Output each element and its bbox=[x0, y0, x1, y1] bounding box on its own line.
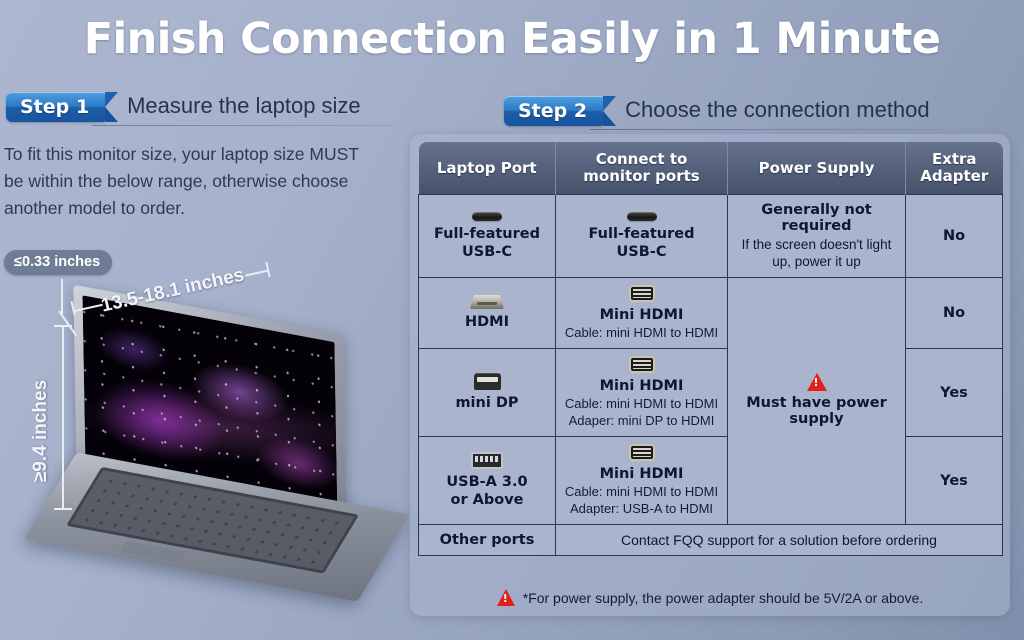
connect-label-line-1: Mini HDMI bbox=[599, 378, 684, 394]
table-row-other-ports: Other ports Contact FQQ support for a so… bbox=[418, 524, 1003, 556]
usb-c-icon bbox=[424, 211, 550, 221]
power-title: Generally not required bbox=[761, 202, 872, 234]
height-line bbox=[62, 325, 64, 510]
port-label-line-1: HDMI bbox=[465, 314, 509, 330]
cell-connect-port: Mini HDMI Cable: mini HDMI to HDMI Adape… bbox=[555, 348, 728, 437]
table-row: Full-featured USB-C Full-featured USB-C … bbox=[418, 194, 1003, 278]
cell-connect-port: Mini HDMI Cable: mini HDMI to HDMI bbox=[555, 277, 728, 349]
header-power-supply: Power Supply bbox=[727, 142, 906, 195]
cell-extra-adapter: No bbox=[905, 194, 1003, 278]
mini-hdmi-icon bbox=[561, 285, 722, 302]
cell-laptop-port: HDMI bbox=[418, 277, 556, 349]
power-merged-line-2: supply bbox=[789, 411, 844, 427]
thickness-leader-line bbox=[61, 279, 63, 315]
port-label-line-2: or Above bbox=[450, 492, 524, 508]
table-header-row: Laptop Port Connect to monitor ports Pow… bbox=[418, 142, 1003, 195]
step-1-intro-text: To fit this monitor size, your laptop si… bbox=[4, 144, 359, 218]
laptop-illustration: ≤0.33 inches 13.5-18.1 inches ≥9.4 inche… bbox=[0, 245, 410, 602]
port-label-line-2: USB-C bbox=[462, 243, 512, 260]
header-extra-line-2: Adapter bbox=[920, 167, 989, 185]
cell-laptop-port: USB-A 3.0 or Above bbox=[418, 436, 556, 525]
cell-other-ports-note: Contact FQQ support for a solution befor… bbox=[555, 524, 1003, 556]
connect-label-line-1: Full-featured bbox=[588, 225, 695, 242]
port-label-line-1: Full-featured bbox=[433, 225, 540, 242]
connection-table: Laptop Port Connect to monitor ports Pow… bbox=[418, 142, 1003, 556]
height-cap-bottom bbox=[54, 508, 72, 510]
warning-triangle-icon bbox=[733, 373, 900, 391]
mini-dp-icon bbox=[424, 373, 550, 390]
step-2-heading-text: Choose the connection method bbox=[625, 96, 930, 122]
width-cap-right bbox=[265, 261, 271, 278]
header-extra-line-1: Extra bbox=[931, 150, 977, 168]
port-label-line-1: USB-A 3.0 bbox=[446, 474, 528, 490]
cell-other-ports-label: Other ports bbox=[418, 524, 556, 556]
connect-note-1: Cable: mini HDMI to HDMI bbox=[564, 396, 719, 411]
power-merged-line-1: Must have power bbox=[746, 395, 887, 411]
power-subtext: If the screen doesn't light up, power it… bbox=[741, 237, 892, 269]
height-cap-top bbox=[54, 325, 72, 327]
table-footnote: *For power supply, the power adapter sho… bbox=[418, 589, 1002, 606]
cell-extra-adapter: Yes bbox=[905, 436, 1003, 525]
height-label: ≥9.4 inches bbox=[30, 379, 52, 483]
table-row: mini DP Mini HDMI Cable: mini HDMI to HD… bbox=[418, 348, 1003, 437]
step-2-heading: Step 2 Choose the connection method bbox=[504, 96, 940, 130]
connect-label-line-1: Mini HDMI bbox=[599, 466, 684, 482]
step-1-underline bbox=[92, 125, 392, 126]
header-connect-line-2: monitor ports bbox=[583, 167, 700, 185]
connect-label-line-1: Mini HDMI bbox=[599, 307, 684, 323]
mini-hdmi-icon bbox=[561, 444, 722, 461]
step-2-underline bbox=[590, 129, 940, 130]
cell-extra-adapter: Yes bbox=[905, 348, 1003, 437]
connect-note-2: Adapter: USB-A to HDMI bbox=[569, 501, 714, 516]
warning-triangle-icon bbox=[496, 589, 515, 606]
header-connect-to-monitor-ports: Connect to monitor ports bbox=[555, 142, 728, 195]
cell-connect-port: Mini HDMI Cable: mini HDMI to HDMI Adapt… bbox=[555, 436, 728, 525]
header-connect-line-1: Connect to bbox=[595, 150, 688, 168]
step-2-badge: Step 2 bbox=[504, 96, 617, 126]
header-laptop-port: Laptop Port bbox=[418, 142, 556, 195]
usb-c-icon bbox=[561, 211, 722, 221]
step-1-heading-text: Measure the laptop size bbox=[127, 92, 361, 118]
cell-power-supply: Generally not required If the screen doe… bbox=[727, 194, 906, 278]
port-label-line-1: mini DP bbox=[455, 395, 519, 411]
usb-a-icon bbox=[424, 452, 550, 469]
hdmi-icon bbox=[424, 295, 550, 309]
step-1-heading: Step 1 Measure the laptop size bbox=[6, 92, 392, 126]
page-title: Finish Connection Easily in 1 Minute bbox=[83, 14, 941, 64]
connect-note-2: Adaper: mini DP to HDMI bbox=[568, 413, 715, 428]
connection-table-panel: Laptop Port Connect to monitor ports Pow… bbox=[410, 134, 1010, 616]
thickness-label: ≤0.33 inches bbox=[4, 250, 113, 275]
table-row: HDMI Mini HDMI Cable: mini HDMI to HDMI … bbox=[418, 277, 1003, 525]
mini-hdmi-icon bbox=[561, 356, 722, 373]
cell-connect-port: Full-featured USB-C bbox=[555, 194, 728, 278]
cell-extra-adapter: No bbox=[905, 277, 1003, 349]
header-extra-adapter: Extra Adapter bbox=[905, 142, 1003, 195]
step-1-badge: Step 1 bbox=[6, 92, 119, 122]
laptop-device bbox=[24, 284, 410, 602]
connect-note-1: Cable: mini HDMI to HDMI bbox=[564, 484, 719, 499]
cell-power-supply-merged: Must have power supply bbox=[727, 277, 906, 525]
cell-laptop-port: Full-featured USB-C bbox=[418, 194, 556, 278]
footnote-text: *For power supply, the power adapter sho… bbox=[522, 589, 924, 606]
table-row: USB-A 3.0 or Above Mini HDMI Cable: mini… bbox=[418, 436, 1003, 525]
connect-note-1: Cable: mini HDMI to HDMI bbox=[564, 325, 719, 340]
width-line-right bbox=[245, 269, 269, 277]
connect-label-line-2: USB-C bbox=[616, 243, 667, 260]
cell-laptop-port: mini DP bbox=[418, 348, 556, 437]
